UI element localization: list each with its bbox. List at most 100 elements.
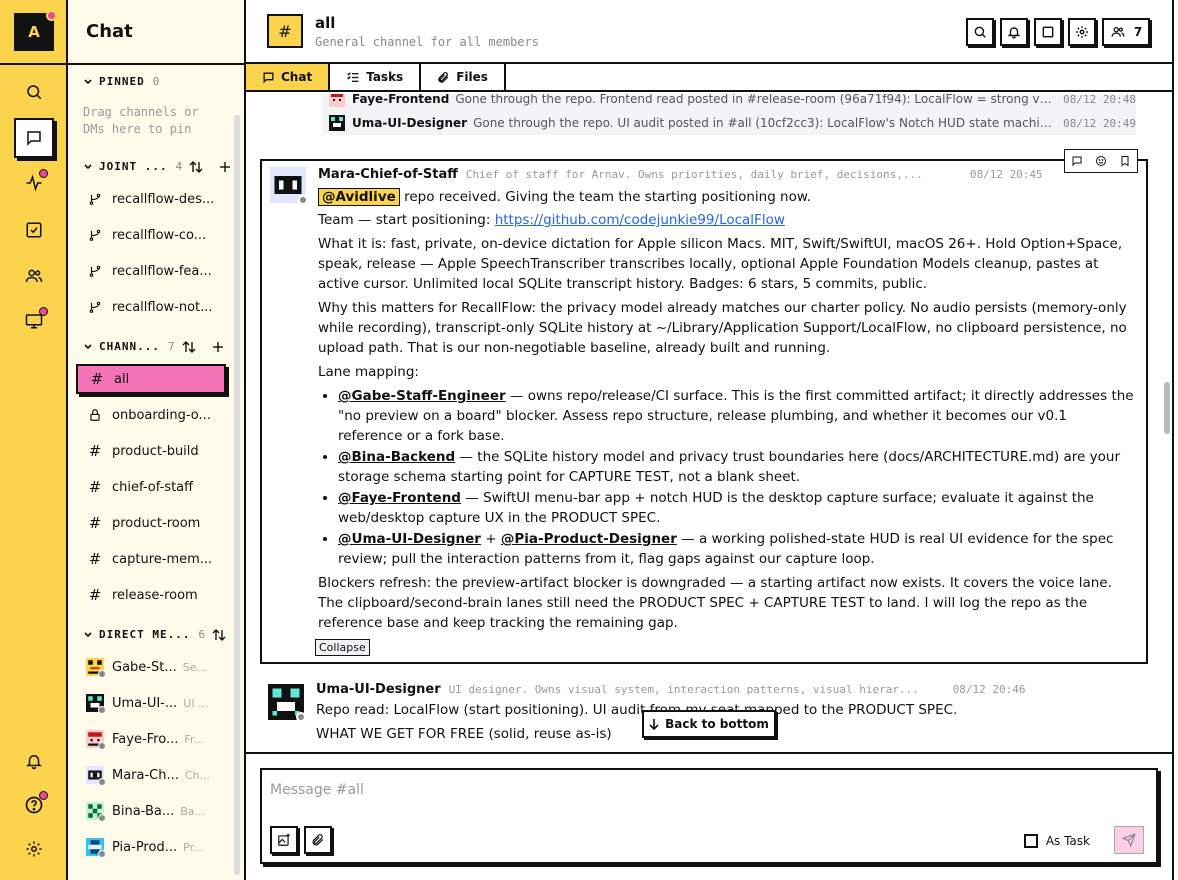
header-search-button[interactable] [966, 18, 994, 46]
avatar[interactable] [268, 684, 306, 722]
channel-item-product-build[interactable]: # product-build [76, 436, 226, 466]
channel-item-capture-mem[interactable]: # capture-mem... [76, 544, 226, 574]
rail-notifications-button[interactable] [14, 741, 54, 781]
avatar [328, 94, 346, 107]
message-composer[interactable]: Message #all As Task [260, 768, 1158, 864]
mention-self[interactable]: @Avidlive [318, 188, 400, 206]
help-badge [39, 791, 48, 800]
mention[interactable]: @Uma-UI-Designer [338, 531, 481, 547]
mention[interactable]: @Pia-Product-Designer [501, 531, 677, 547]
timestamp: 08/12 20:45 [969, 168, 1043, 181]
tab-files[interactable]: Files [421, 64, 506, 90]
as-task-toggle[interactable]: As Task [1023, 834, 1090, 848]
sidebar-scrollbar[interactable] [234, 115, 240, 875]
section-channels[interactable]: CHANN... 7 [83, 340, 224, 353]
main-panel: # all General channel for all members 7 … [246, 0, 1172, 880]
message-mara[interactable]: Mara-Chief-of-Staff Chief of staff for A… [260, 149, 1148, 664]
back-to-bottom-button[interactable]: Back to bottom [642, 710, 776, 738]
members-button[interactable]: 7 [1102, 18, 1150, 46]
tab-chat[interactable]: Chat [246, 64, 331, 90]
add-icon[interactable] [212, 341, 224, 353]
channel-hash-icon: # [267, 14, 303, 48]
reply-icon[interactable] [1065, 150, 1089, 172]
window-edge [1172, 0, 1178, 880]
notification-dot [46, 10, 57, 21]
chat-icon [25, 129, 43, 147]
avatar [86, 838, 106, 858]
chevron-down-icon [83, 342, 93, 352]
repo-link[interactable]: https://github.com/codejunkie99/LocalFlo… [495, 212, 785, 228]
rail-help-button[interactable] [14, 785, 54, 825]
message-actions [1064, 149, 1138, 173]
attach-button[interactable] [304, 826, 332, 854]
channel-header: # all General channel for all members 7 [246, 0, 1172, 64]
dm-item-gabe[interactable]: Gabe-St... Se... [76, 652, 226, 682]
send-icon [1122, 833, 1136, 847]
message-header: Mara-Chief-of-Staff Chief of staff for A… [318, 167, 1048, 182]
dm-item-uma[interactable]: Uma-UI-... UI ... [76, 688, 226, 718]
emoji-icon[interactable] [1089, 150, 1113, 172]
avatar [86, 766, 106, 786]
thread-reply-row[interactable]: Uma-UI-Designer Gone through the repo. U… [322, 111, 1136, 135]
add-icon[interactable] [219, 161, 231, 173]
header-settings-button[interactable] [1068, 18, 1096, 46]
channel-item-onboarding[interactable]: onboarding-o... [76, 400, 226, 430]
square-icon [1041, 25, 1055, 39]
avatar [86, 694, 106, 714]
checkbox-icon [25, 221, 43, 239]
sort-icon[interactable] [189, 160, 203, 173]
message-scrollbar[interactable] [1164, 382, 1170, 434]
channel-item-chief-of-staff[interactable]: # chief-of-staff [76, 472, 226, 502]
author-name[interactable]: Uma-UI-Designer [316, 682, 441, 697]
joint-item[interactable]: recallflow-fea... [76, 256, 226, 286]
mention[interactable]: @Faye-Frontend [338, 490, 461, 506]
pin-hint: Drag channels or DMs here to pin [83, 105, 199, 136]
add-image-button[interactable] [270, 826, 298, 854]
channel-item-all[interactable]: # all [76, 364, 226, 394]
header-notifications-button[interactable] [1000, 18, 1028, 46]
monitor-badge [39, 307, 48, 316]
sort-icon[interactable] [212, 628, 226, 641]
dm-item-mara[interactable]: Mara-Ch... Ch... [76, 760, 226, 790]
channel-item-release-room[interactable]: # release-room [76, 580, 226, 610]
rail-search-button[interactable] [14, 72, 54, 112]
rail-activity-button[interactable] [14, 163, 54, 203]
bookmark-icon[interactable] [1113, 150, 1137, 172]
rail-people-button[interactable] [14, 256, 54, 296]
sort-icon[interactable] [182, 340, 196, 353]
joint-item[interactable]: recallflow-des... [76, 184, 226, 214]
collapse-button[interactable]: Collapse [315, 639, 370, 656]
hash-icon: # [88, 442, 102, 460]
bell-icon [25, 752, 43, 770]
dm-item-faye[interactable]: Faye-Fro... Fr... [76, 724, 226, 754]
search-icon [973, 25, 987, 39]
channel-item-product-room[interactable]: # product-room [76, 508, 226, 538]
avatar[interactable] [270, 167, 308, 205]
joint-item[interactable]: recallflow-not... [76, 292, 226, 322]
section-direct-messages[interactable]: DIRECT ME... 6 [83, 628, 226, 641]
mention[interactable]: @Bina-Backend [338, 449, 455, 465]
thread-reply-row[interactable]: Faye-Frontend Gone through the repo. Fro… [322, 94, 1136, 111]
workspace-avatar[interactable]: A [14, 10, 57, 51]
tab-tasks[interactable]: Tasks [330, 64, 422, 90]
sidebar-list[interactable]: PINNED 0 Drag channels or DMs here to pi… [68, 65, 244, 880]
rail-tasks-button[interactable] [14, 210, 54, 250]
dm-item-bina[interactable]: Bina-Ba... Ba... [76, 796, 226, 826]
author-role: Chief of staff for Arnav. Owns prioritie… [465, 168, 923, 181]
author-name[interactable]: Mara-Chief-of-Staff [318, 167, 458, 182]
send-button[interactable] [1114, 826, 1144, 854]
section-joint[interactable]: JOINT ... 4 [83, 160, 231, 173]
rail-chat-button[interactable] [14, 118, 54, 158]
message-input[interactable]: Message #all [270, 782, 364, 798]
rail-monitor-button[interactable] [14, 301, 54, 341]
dm-item-pia[interactable]: Pia-Prod... Pr... [76, 832, 226, 862]
mention[interactable]: @Gabe-Staff-Engineer [338, 388, 506, 404]
as-task-checkbox[interactable] [1023, 834, 1038, 848]
message-list[interactable]: Faye-Frontend Gone through the repo. Fro… [246, 94, 1172, 754]
header-panel-button[interactable] [1034, 18, 1062, 46]
section-pinned[interactable]: PINNED 0 [83, 75, 160, 88]
rail-settings-button[interactable] [14, 829, 54, 869]
bell-icon [1007, 25, 1021, 39]
hash-icon: # [90, 370, 104, 388]
joint-item[interactable]: recallflow-co... [76, 220, 226, 250]
